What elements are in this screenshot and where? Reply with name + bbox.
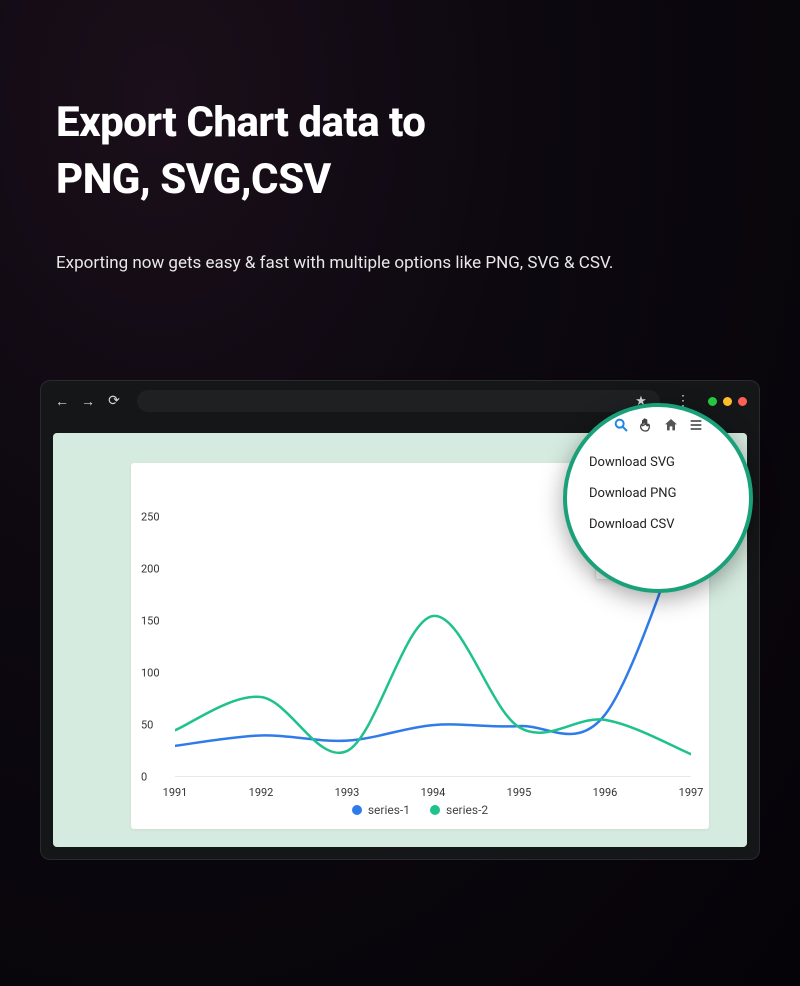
- back-button[interactable]: ←: [53, 393, 71, 410]
- x-tick-label: 1993: [335, 786, 360, 799]
- x-tick-label: 1991: [163, 786, 188, 799]
- legend-label-2: series-2: [446, 803, 488, 817]
- mag-home-icon[interactable]: [663, 417, 679, 437]
- x-tick-label: 1997: [679, 786, 704, 799]
- x-tick-label: 1992: [249, 786, 274, 799]
- mag-download-png[interactable]: Download PNG: [585, 478, 731, 509]
- y-tick-label: 0: [141, 771, 147, 784]
- x-tick-label: 1995: [507, 786, 532, 799]
- magnified-toolbar: [567, 417, 749, 437]
- legend-dot-1: [352, 805, 362, 815]
- legend-label-1: series-1: [368, 803, 410, 817]
- traffic-light-red[interactable]: [738, 397, 747, 406]
- legend-dot-2: [430, 805, 440, 815]
- y-tick-label: 50: [141, 719, 153, 732]
- forward-button[interactable]: →: [79, 393, 97, 410]
- x-tick-label: 1996: [593, 786, 618, 799]
- page-title: Export Chart data to PNG, SVG,CSV: [56, 95, 744, 208]
- series-line: [175, 616, 691, 754]
- legend-series-2[interactable]: series-2: [430, 803, 488, 817]
- y-tick-label: 150: [141, 615, 160, 628]
- url-bar[interactable]: ★: [137, 390, 660, 412]
- traffic-light-green[interactable]: [708, 397, 717, 406]
- mag-pan-icon[interactable]: [638, 417, 654, 437]
- magnifier-callout: Download SVG Download PNG Download CSV: [563, 403, 753, 593]
- magnified-export-menu: Download SVG Download PNG Download CSV: [585, 447, 731, 540]
- mag-menu-icon[interactable]: [688, 417, 704, 437]
- title-line-2: PNG, SVG,CSV: [56, 155, 331, 204]
- traffic-light-yellow[interactable]: [723, 397, 732, 406]
- y-tick-label: 100: [141, 667, 160, 680]
- legend-series-1[interactable]: series-1: [352, 803, 410, 817]
- page-subtitle: Exporting now gets easy & fast with mult…: [56, 250, 616, 276]
- y-tick-label: 200: [141, 563, 160, 576]
- chart-legend: series-1 series-2: [131, 803, 709, 817]
- title-line-1: Export Chart data to: [56, 98, 425, 147]
- y-tick-label: 250: [141, 511, 160, 524]
- traffic-lights: [708, 397, 747, 406]
- x-tick-label: 1994: [421, 786, 446, 799]
- browser-window: ← → ⟳ ★ ⋮ ⊕ ⊖ Download SVG Download PNG: [40, 380, 760, 860]
- reload-button[interactable]: ⟳: [105, 393, 123, 409]
- mag-download-svg[interactable]: Download SVG: [585, 447, 731, 478]
- mag-zoom-icon[interactable]: [613, 417, 629, 437]
- page-viewport: ⊕ ⊖ Download SVG Download PNG Download C…: [53, 433, 747, 847]
- mag-download-csv[interactable]: Download CSV: [585, 509, 731, 540]
